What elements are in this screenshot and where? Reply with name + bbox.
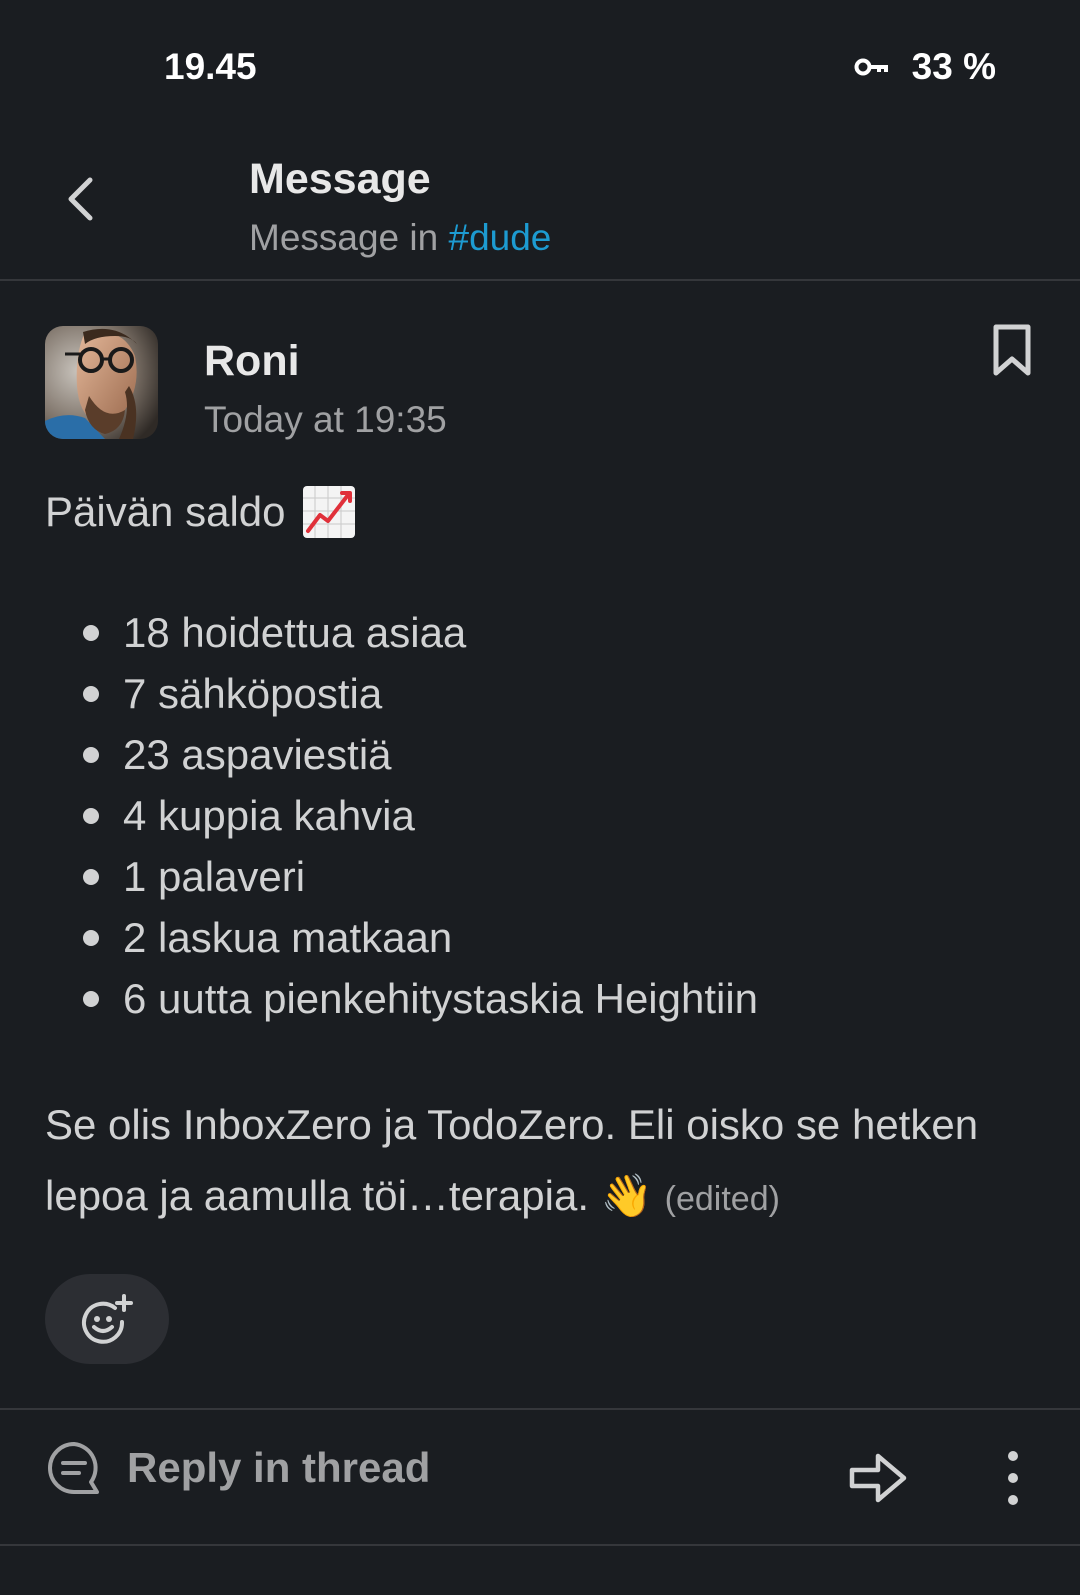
- list-item: 23 aspaviestiä: [45, 724, 1035, 785]
- list-item-text: 23 aspaviestiä: [123, 731, 392, 778]
- chart-increasing-emoji: [302, 485, 356, 539]
- list-item-text: 7 sähköpostia: [123, 670, 383, 717]
- add-reaction-button[interactable]: [45, 1274, 169, 1364]
- reply-in-thread-button[interactable]: Reply in thread: [45, 1440, 430, 1496]
- add-reaction-icon: [81, 1294, 133, 1344]
- list-item: 1 palaveri: [45, 846, 1035, 907]
- subtitle-prefix: Message in: [249, 217, 449, 258]
- message-outro: Se olis InboxZero ja TodoZero. Eli oisko…: [45, 1089, 1035, 1235]
- back-button[interactable]: [52, 171, 108, 227]
- list-item: 2 laskua matkaan: [45, 907, 1035, 968]
- thread-icon: [45, 1440, 103, 1496]
- status-time: 19.45: [164, 46, 257, 87]
- more-vertical-icon: [995, 1448, 1031, 1508]
- list-item-text: 6 uutta pienkehitystaskia Heightiin: [123, 975, 759, 1022]
- battery-percent: 33 %: [911, 46, 996, 87]
- bookmark-icon: [990, 323, 1034, 379]
- chevron-left-icon: [65, 176, 95, 222]
- waving-hand-emoji: 👋: [600, 1172, 653, 1219]
- list-item: 6 uutta pienkehitystaskia Heightiin: [45, 968, 1035, 1029]
- message-intro-text: Päivän saldo: [45, 488, 286, 535]
- share-button[interactable]: [848, 1448, 908, 1508]
- list-item-text: 2 laskua matkaan: [123, 914, 453, 961]
- action-bar: Reply in thread: [0, 1410, 1080, 1546]
- summary-list: 18 hoidettua asiaa 7 sähköpostia 23 aspa…: [45, 602, 1035, 1029]
- list-item: 7 sähköpostia: [45, 663, 1035, 724]
- list-item-text: 4 kuppia kahvia: [123, 792, 415, 839]
- edited-label: (edited): [664, 1180, 780, 1218]
- avatar[interactable]: [45, 326, 158, 439]
- page-title: Message: [249, 155, 431, 203]
- message-timestamp: Today at 19:35: [204, 399, 447, 440]
- status-right: 33 %: [854, 46, 996, 88]
- list-item-text: 18 hoidettua asiaa: [123, 609, 467, 656]
- message-body: Päivän saldo 18 hoidettua asiaa 7 sähköp…: [45, 481, 1035, 1235]
- list-item: 4 kuppia kahvia: [45, 785, 1035, 846]
- message-outro-text: Se olis InboxZero ja TodoZero. Eli oisko…: [45, 1101, 979, 1219]
- list-item-text: 1 palaveri: [123, 853, 306, 900]
- more-options-button[interactable]: [995, 1448, 1031, 1508]
- vpn-key-icon: [854, 56, 890, 78]
- channel-link[interactable]: #dude: [449, 217, 552, 258]
- reply-in-thread-label: Reply in thread: [127, 1444, 431, 1491]
- bookmark-button[interactable]: [990, 323, 1034, 379]
- list-item: 18 hoidettua asiaa: [45, 602, 1035, 663]
- header: Message Message in #dude: [0, 135, 1080, 281]
- message-intro: Päivän saldo: [45, 481, 1035, 542]
- author-name[interactable]: Roni: [204, 337, 300, 386]
- page-subtitle: Message in #dude: [249, 217, 551, 259]
- share-arrow-icon: [848, 1448, 908, 1508]
- status-bar: 19.45 33 %: [0, 0, 1080, 135]
